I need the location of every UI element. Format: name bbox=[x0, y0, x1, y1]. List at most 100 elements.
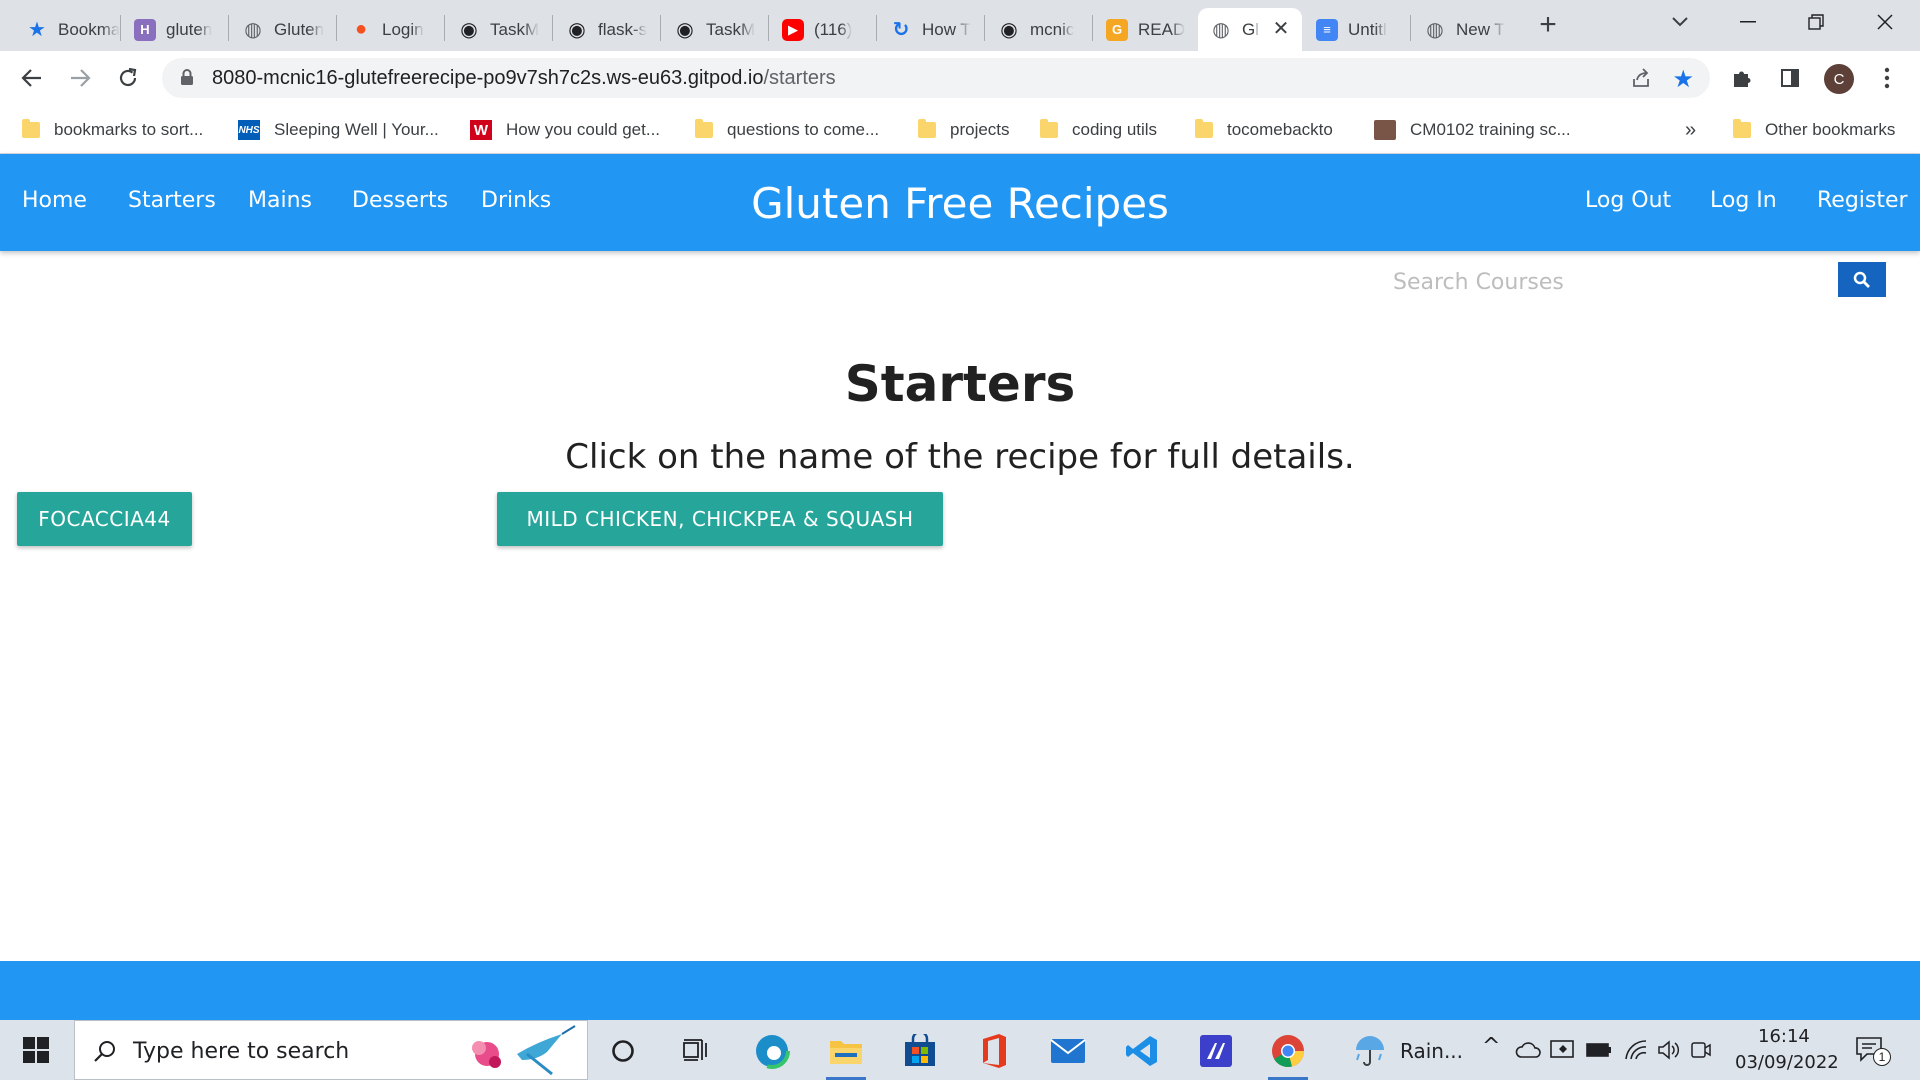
taskbar-chrome[interactable] bbox=[1263, 1028, 1313, 1080]
taskbar-search-box[interactable]: Type here to search bbox=[74, 1020, 588, 1080]
share-icon[interactable] bbox=[1630, 67, 1652, 89]
chevron-up-icon[interactable]: ^ bbox=[1482, 1034, 1500, 1059]
battery-icon[interactable] bbox=[1586, 1042, 1612, 1058]
bookmark-label: CM0102 training sc... bbox=[1410, 120, 1571, 139]
bookmarks-overflow-button[interactable]: » bbox=[1685, 116, 1696, 144]
folder-icon bbox=[22, 119, 40, 138]
tab-separator bbox=[1410, 15, 1411, 41]
bookmark-item[interactable]: NHS Sleeping Well | Your... bbox=[238, 116, 439, 144]
nav-link-drinks[interactable]: Drinks bbox=[481, 188, 551, 213]
umbrella-rain-icon bbox=[1356, 1036, 1384, 1066]
browser-tab[interactable]: ◍ New T bbox=[1412, 8, 1518, 51]
search-icon bbox=[1853, 271, 1870, 288]
profile-avatar[interactable]: C bbox=[1824, 64, 1854, 94]
bookmark-item[interactable]: questions to come... bbox=[695, 116, 879, 144]
browser-tab[interactable]: ◉ TaskM bbox=[662, 8, 768, 51]
folder-icon bbox=[1733, 119, 1751, 138]
search-button[interactable] bbox=[1838, 262, 1886, 297]
forward-button[interactable] bbox=[63, 61, 97, 95]
arrow-right-icon bbox=[71, 69, 91, 87]
recipe-button-focaccia[interactable]: focaccia44 bbox=[17, 492, 192, 546]
bookmark-label: Sleeping Well | Your... bbox=[274, 120, 439, 139]
site-brand-link[interactable]: Gluten Free Recipes bbox=[751, 179, 1169, 228]
github-icon: ◉ bbox=[568, 19, 586, 41]
bookmark-item[interactable]: projects bbox=[918, 116, 1010, 144]
notification-center-button[interactable]: 1 bbox=[1855, 1036, 1891, 1066]
task-view-button[interactable] bbox=[671, 1028, 721, 1074]
onedrive-icon[interactable] bbox=[1515, 1042, 1541, 1058]
taskbar-office[interactable] bbox=[969, 1028, 1019, 1074]
browser-tab[interactable]: ◍ Gl ✕ bbox=[1198, 8, 1302, 51]
nav-link-home[interactable]: Home bbox=[22, 188, 87, 213]
browser-tab[interactable]: ◍ Gluten bbox=[230, 8, 336, 51]
nav-link-register[interactable]: Register bbox=[1817, 188, 1908, 213]
new-tab-button[interactable]: + bbox=[1532, 10, 1564, 42]
minimize-button[interactable] bbox=[1713, 0, 1783, 44]
task-view-icon bbox=[683, 1039, 707, 1061]
nav-link-login[interactable]: Log In bbox=[1710, 188, 1777, 213]
volume-icon[interactable] bbox=[1657, 1040, 1681, 1060]
reload-button[interactable] bbox=[111, 61, 145, 95]
security-icon[interactable] bbox=[1550, 1039, 1576, 1061]
bookmark-item[interactable]: bookmarks to sort... bbox=[22, 116, 203, 144]
more-vert-icon bbox=[1884, 67, 1890, 89]
bookmark-item[interactable]: coding utils bbox=[1040, 116, 1157, 144]
taskbar-mail[interactable] bbox=[1043, 1028, 1093, 1074]
address-bar[interactable]: 8080-mcnic16-glutefreerecipe-po9v7sh7c2s… bbox=[162, 58, 1710, 98]
bookmark-star-icon[interactable]: ★ bbox=[1672, 65, 1694, 94]
browser-tab[interactable]: Hgluten bbox=[122, 8, 228, 51]
vscode-icon bbox=[1126, 1036, 1157, 1066]
bookmark-item[interactable]: tocomebackto bbox=[1195, 116, 1333, 144]
taskbar-vscode[interactable] bbox=[1117, 1028, 1167, 1074]
weather-widget-icon[interactable] bbox=[1345, 1028, 1395, 1074]
browser-tab[interactable]: G READ bbox=[1094, 8, 1196, 51]
nav-link-starters[interactable]: Starters bbox=[128, 188, 216, 213]
lock-icon bbox=[181, 69, 193, 85]
search-courses-input[interactable] bbox=[1393, 264, 1833, 300]
browser-tab[interactable]: ↻ How T bbox=[878, 8, 984, 51]
bookmark-label: How you could get... bbox=[506, 120, 661, 139]
bookmark-label: bookmarks to sort... bbox=[54, 120, 204, 139]
extensions-button[interactable] bbox=[1725, 61, 1759, 95]
tab-close-icon[interactable]: ✕ bbox=[1270, 18, 1292, 40]
clock-date[interactable]: 03/09/2022 bbox=[1735, 1052, 1839, 1073]
nav-link-desserts[interactable]: Desserts bbox=[352, 188, 448, 213]
taskbar-file-explorer[interactable] bbox=[821, 1028, 871, 1080]
browser-tab[interactable]: ◉ TaskM bbox=[446, 8, 552, 51]
weather-text[interactable]: Rain... bbox=[1400, 1039, 1463, 1063]
nav-link-mains[interactable]: Mains bbox=[248, 188, 312, 213]
restore-button[interactable] bbox=[1781, 0, 1851, 44]
edge-icon bbox=[754, 1033, 790, 1069]
meet-now-icon[interactable] bbox=[1690, 1040, 1712, 1060]
side-panel-button[interactable] bbox=[1773, 61, 1807, 95]
clock-time[interactable]: 16:14 bbox=[1758, 1026, 1810, 1047]
tab-separator bbox=[444, 15, 445, 41]
browser-tab[interactable]: ▶ (116) bbox=[770, 8, 876, 51]
other-bookmarks[interactable]: Other bookmarks bbox=[1733, 116, 1895, 144]
taskbar-search-placeholder: Type here to search bbox=[133, 1039, 350, 1064]
window-close-button[interactable] bbox=[1850, 0, 1920, 44]
browser-tab-title: New T bbox=[1456, 19, 1505, 39]
browser-tab[interactable]: ★ Bookmarks bbox=[14, 8, 120, 51]
browser-tab[interactable]: ◉ mcnic bbox=[986, 8, 1092, 51]
browser-tab[interactable]: ● Login bbox=[338, 8, 444, 51]
bookmark-item[interactable]: CM0102 training sc... bbox=[1374, 116, 1571, 144]
bookmark-item[interactable]: W How you could get... bbox=[470, 116, 660, 144]
menu-button[interactable] bbox=[1870, 61, 1904, 95]
folder-icon bbox=[1195, 119, 1213, 138]
taskbar-app-mathtype[interactable] bbox=[1191, 1028, 1241, 1074]
browser-tab-title: TaskM bbox=[706, 19, 756, 39]
recipe-button-mild-chicken[interactable]: Mild chicken, chickpea & squash bbox=[497, 492, 943, 546]
cortana-button[interactable] bbox=[598, 1028, 648, 1074]
browser-tab-title: Gluten bbox=[274, 19, 325, 39]
start-button[interactable] bbox=[14, 1034, 58, 1066]
nav-link-logout[interactable]: Log Out bbox=[1585, 188, 1671, 213]
browser-tab[interactable]: ◉ flask-s bbox=[554, 8, 660, 51]
wifi-icon[interactable] bbox=[1624, 1040, 1648, 1060]
browser-tab[interactable]: ≡ Untitl bbox=[1304, 8, 1410, 51]
taskbar-microsoft-store[interactable] bbox=[895, 1028, 945, 1074]
taskbar-edge[interactable] bbox=[747, 1028, 797, 1074]
back-button[interactable] bbox=[15, 61, 49, 95]
tab-search-button[interactable] bbox=[1645, 0, 1715, 44]
tab-separator bbox=[1092, 15, 1093, 41]
